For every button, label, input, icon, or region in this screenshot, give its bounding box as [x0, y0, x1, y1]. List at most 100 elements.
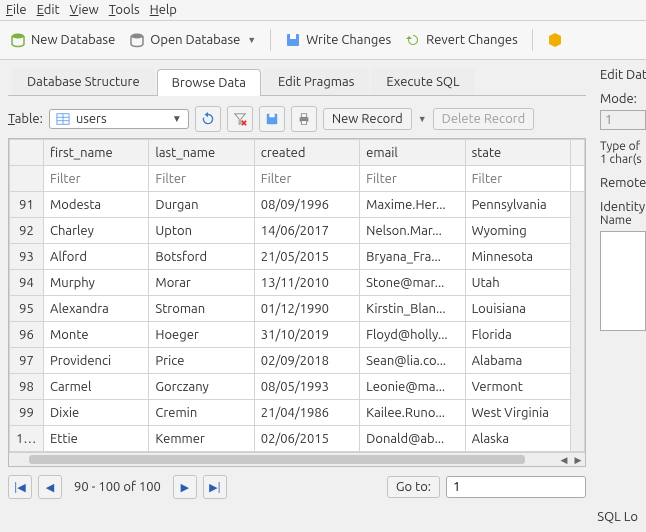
tab-browse-data[interactable]: Browse Data [157, 69, 261, 96]
col-created[interactable]: created [254, 140, 359, 166]
col-last-name[interactable]: last_name [149, 140, 254, 166]
table-row[interactable]: 92CharleyUpton14/06/2017Nelson.Mar...Wyo… [10, 218, 585, 244]
cell-state[interactable]: Florida [465, 322, 570, 348]
cell-email[interactable]: Kirstin_Blan... [360, 296, 465, 322]
cell-state[interactable]: Pennsylvania [465, 192, 570, 218]
cell-last-name[interactable]: Botsford [149, 244, 254, 270]
table-row[interactable]: 94MurphyMorar13/11/2010Stone@mar...Utah [10, 270, 585, 296]
cell-last-name[interactable]: Gorczany [149, 374, 254, 400]
write-changes-button[interactable]: Write Changes [285, 32, 391, 48]
horizontal-scrollbar[interactable]: ◀ ▶ [9, 452, 585, 466]
cell-last-name[interactable]: Price [149, 348, 254, 374]
cell-last-name[interactable]: Upton [149, 218, 254, 244]
row-number[interactable]: 98 [10, 374, 44, 400]
cell-first-name[interactable]: Modesta [44, 192, 149, 218]
first-page-button[interactable]: |◀ [8, 475, 32, 499]
cell-state[interactable]: Wyoming [465, 218, 570, 244]
cell-state[interactable]: Vermont [465, 374, 570, 400]
new-database-button[interactable]: New Database [10, 32, 115, 48]
mode-box[interactable]: 1 [600, 110, 646, 130]
cell-state[interactable]: Louisiana [465, 296, 570, 322]
goto-input[interactable] [446, 476, 586, 498]
row-number[interactable]: 94 [10, 270, 44, 296]
col-state[interactable]: state [465, 140, 570, 166]
table-row[interactable]: 96MonteHoeger31/10/2019Floyd@holly...Flo… [10, 322, 585, 348]
row-number[interactable]: 96 [10, 322, 44, 348]
cell-created[interactable]: 08/09/1996 [254, 192, 359, 218]
row-number[interactable]: 95 [10, 296, 44, 322]
table-row[interactable]: 93AlfordBotsford21/05/2015Bryana_Fra...M… [10, 244, 585, 270]
last-page-button[interactable]: ▶| [203, 475, 227, 499]
scrollbar-thumb[interactable] [29, 455, 525, 464]
tab-execute-sql[interactable]: Execute SQL [371, 68, 474, 95]
cell-state[interactable]: Alaska [465, 426, 570, 452]
scroll-left-icon[interactable]: ◀ [557, 453, 571, 467]
row-number[interactable]: 100 [10, 426, 44, 452]
cell-email[interactable]: Floyd@holly... [360, 322, 465, 348]
clear-filters-button[interactable] [227, 106, 253, 132]
cell-first-name[interactable]: Alexandra [44, 296, 149, 322]
name-listbox[interactable] [600, 231, 646, 331]
row-number[interactable]: 93 [10, 244, 44, 270]
new-record-button[interactable]: New Record [323, 108, 412, 130]
table-row[interactable]: 91ModestaDurgan08/09/1996Maxime.Her...Pe… [10, 192, 585, 218]
cell-created[interactable]: 31/10/2019 [254, 322, 359, 348]
cell-created[interactable]: 21/05/2015 [254, 244, 359, 270]
cell-created[interactable]: 21/04/1986 [254, 400, 359, 426]
cell-last-name[interactable]: Morar [149, 270, 254, 296]
cell-first-name[interactable]: Charley [44, 218, 149, 244]
table-row[interactable]: 99DixieCremin21/04/1986Kailee.Runo...Wes… [10, 400, 585, 426]
save-button[interactable] [259, 106, 285, 132]
open-database-button[interactable]: Open Database ▼ [129, 32, 256, 48]
cell-first-name[interactable]: Murphy [44, 270, 149, 296]
cell-email[interactable]: Leonie@ma... [360, 374, 465, 400]
cell-email[interactable]: Sean@lia.co... [360, 348, 465, 374]
tab-database-structure[interactable]: Database Structure [12, 68, 155, 95]
cell-email[interactable]: Maxime.Her... [360, 192, 465, 218]
cell-state[interactable]: Utah [465, 270, 570, 296]
delete-record-button[interactable]: Delete Record [433, 108, 535, 130]
table-row[interactable]: 95AlexandraStroman01/12/1990Kirstin_Blan… [10, 296, 585, 322]
cell-email[interactable]: Donald@ab... [360, 426, 465, 452]
goto-button[interactable]: Go to: [387, 476, 440, 498]
cell-last-name[interactable]: Cremin [149, 400, 254, 426]
cell-created[interactable]: 02/06/2015 [254, 426, 359, 452]
cell-created[interactable]: 14/06/2017 [254, 218, 359, 244]
row-number[interactable]: 92 [10, 218, 44, 244]
next-page-button[interactable]: ▶ [173, 475, 197, 499]
table-row[interactable]: 98CarmelGorczany08/05/1993Leonie@ma...Ve… [10, 374, 585, 400]
cell-created[interactable]: 08/05/1993 [254, 374, 359, 400]
cell-created[interactable]: 02/09/2018 [254, 348, 359, 374]
table-select[interactable]: users ▼ [49, 109, 189, 129]
menu-edit[interactable]: Edit [37, 3, 60, 17]
scroll-right-icon[interactable]: ▶ [571, 453, 585, 467]
cell-created[interactable]: 01/12/1990 [254, 296, 359, 322]
truncated-button[interactable] [547, 32, 563, 48]
row-number[interactable]: 99 [10, 400, 44, 426]
cell-created[interactable]: 13/11/2010 [254, 270, 359, 296]
cell-email[interactable]: Kailee.Runo... [360, 400, 465, 426]
filter-first-name[interactable] [50, 172, 142, 186]
cell-last-name[interactable]: Stroman [149, 296, 254, 322]
chevron-down-icon[interactable]: ▼ [247, 35, 256, 45]
col-email[interactable]: email [360, 140, 465, 166]
refresh-button[interactable] [195, 106, 221, 132]
menu-file[interactable]: File [6, 3, 27, 17]
menu-help[interactable]: Help [150, 3, 177, 17]
prev-page-button[interactable]: ◀ [38, 475, 62, 499]
cell-state[interactable]: Minnesota [465, 244, 570, 270]
cell-first-name[interactable]: Alford [44, 244, 149, 270]
cell-first-name[interactable]: Monte [44, 322, 149, 348]
cell-email[interactable]: Stone@mar... [360, 270, 465, 296]
table-row[interactable]: 97ProvidenciPrice02/09/2018Sean@lia.co..… [10, 348, 585, 374]
cell-last-name[interactable]: Kemmer [149, 426, 254, 452]
cell-last-name[interactable]: Hoeger [149, 322, 254, 348]
col-first-name[interactable]: first_name [44, 140, 149, 166]
row-number[interactable]: 97 [10, 348, 44, 374]
cell-state[interactable]: West Virginia [465, 400, 570, 426]
cell-last-name[interactable]: Durgan [149, 192, 254, 218]
cell-first-name[interactable]: Carmel [44, 374, 149, 400]
filter-last-name[interactable] [155, 172, 247, 186]
filter-state[interactable] [472, 172, 564, 186]
row-number[interactable]: 91 [10, 192, 44, 218]
